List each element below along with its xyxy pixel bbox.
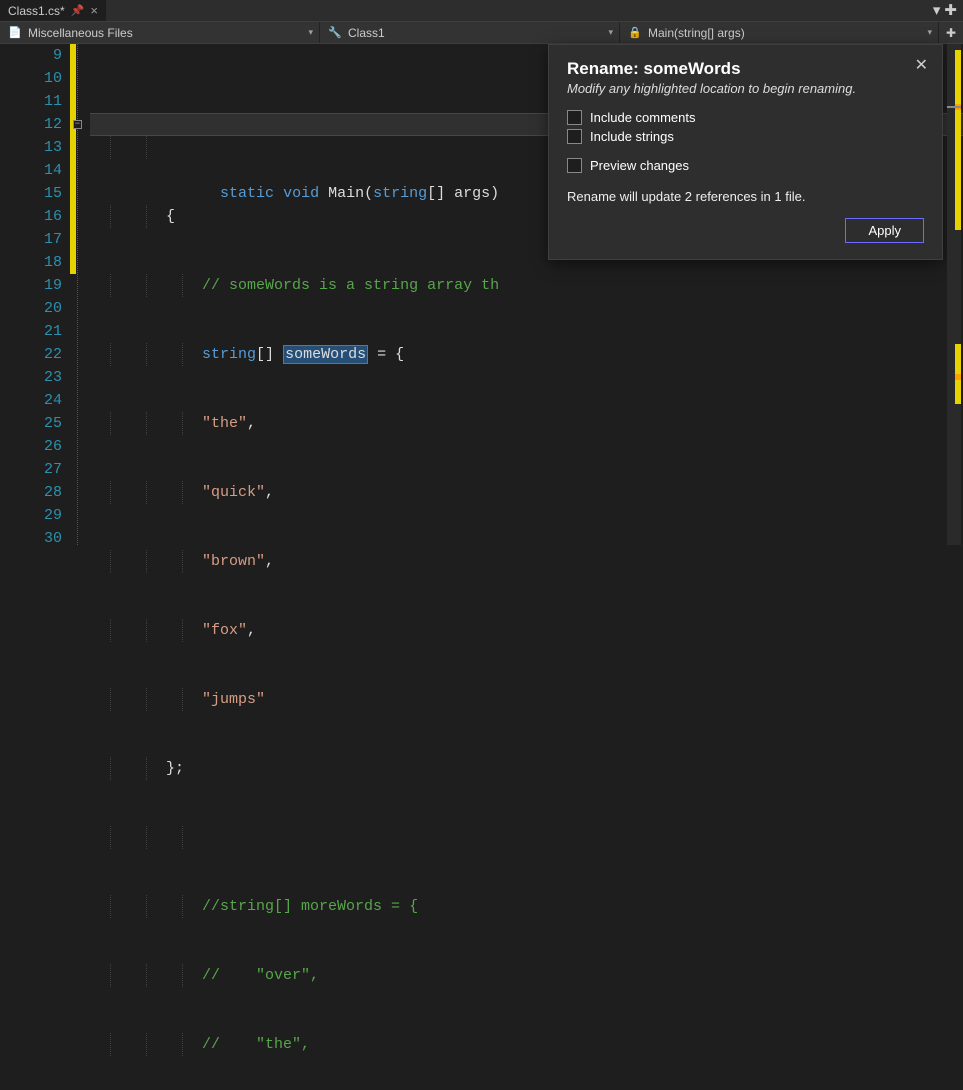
vertical-scrollbar[interactable] bbox=[947, 44, 961, 545]
scrollbar-match-mark bbox=[955, 374, 961, 380]
nav-member-label: Main(string[] args) bbox=[648, 26, 745, 40]
code-line: // "the", bbox=[90, 1033, 963, 1056]
line-number: 11 bbox=[0, 90, 62, 113]
nav-class-dropdown[interactable]: 🔧 Class1 ▾ bbox=[320, 22, 620, 43]
code-line: "fox", bbox=[90, 619, 963, 642]
line-number: 9 bbox=[0, 44, 62, 67]
line-number: 27 bbox=[0, 458, 62, 481]
nav-class-label: Class1 bbox=[348, 26, 385, 40]
line-number: 10 bbox=[0, 67, 62, 90]
close-icon[interactable]: ✕ bbox=[915, 55, 928, 75]
fold-column: − bbox=[72, 44, 90, 545]
csharp-file-icon: 📄 bbox=[8, 26, 22, 40]
line-number: 17 bbox=[0, 228, 62, 251]
line-number: 18 bbox=[0, 251, 62, 274]
tab-bar-tools: ▾ ✚ bbox=[933, 1, 963, 20]
line-number: 26 bbox=[0, 435, 62, 458]
code-line: "quick", bbox=[90, 481, 963, 504]
preview-changes-option[interactable]: Preview changes bbox=[567, 158, 924, 173]
code-line: // someWords is a string array th bbox=[90, 274, 963, 297]
rename-subtitle: Modify any highlighted location to begin… bbox=[567, 81, 924, 96]
checkbox-icon[interactable] bbox=[567, 110, 582, 125]
include-strings-option[interactable]: Include strings bbox=[567, 129, 924, 144]
line-number-gutter: 9 10 11 12 13 14 15 16 17 18 19 20 21 22… bbox=[0, 44, 72, 545]
file-tab[interactable]: Class1.cs* 📌 × bbox=[0, 0, 106, 21]
navigation-bar: 📄 Miscellaneous Files ▾ 🔧 Class1 ▾ 🔒 Mai… bbox=[0, 22, 963, 44]
chevron-down-icon: ▾ bbox=[308, 27, 313, 38]
line-number: 29 bbox=[0, 504, 62, 527]
code-line: }; bbox=[90, 757, 963, 780]
chevron-down-icon: ▾ bbox=[608, 27, 613, 38]
tab-title: Class1.cs* bbox=[8, 4, 65, 18]
code-line: "jumps" bbox=[90, 688, 963, 711]
rename-target[interactable]: someWords bbox=[283, 345, 368, 364]
split-view-icon[interactable]: ✚ bbox=[939, 22, 963, 43]
pin-icon[interactable]: 📌 bbox=[71, 4, 85, 17]
rename-panel: ✕ Rename: someWords Modify any highlight… bbox=[548, 44, 943, 260]
line-number: 30 bbox=[0, 527, 62, 550]
nav-project-label: Miscellaneous Files bbox=[28, 26, 133, 40]
code-line bbox=[90, 826, 963, 849]
include-comments-option[interactable]: Include comments bbox=[567, 110, 924, 125]
line-number: 14 bbox=[0, 159, 62, 182]
close-icon[interactable]: × bbox=[90, 3, 98, 18]
checkbox-label: Include strings bbox=[590, 129, 674, 144]
tab-add-icon[interactable]: ✚ bbox=[944, 1, 957, 20]
tab-bar: Class1.cs* 📌 × ▾ ✚ bbox=[0, 0, 963, 22]
nav-member-dropdown[interactable]: 🔒 Main(string[] args) ▾ bbox=[620, 22, 939, 43]
rename-status: Rename will update 2 references in 1 fil… bbox=[567, 189, 924, 204]
line-number: 15 bbox=[0, 182, 62, 205]
scrollbar-caret-indicator bbox=[947, 106, 961, 108]
chevron-down-icon: ▾ bbox=[927, 27, 932, 38]
checkbox-label: Preview changes bbox=[590, 158, 689, 173]
method-lock-icon: 🔒 bbox=[628, 26, 642, 40]
checkbox-icon[interactable] bbox=[567, 158, 582, 173]
code-line: // "over", bbox=[90, 964, 963, 987]
line-number: 23 bbox=[0, 366, 62, 389]
line-number: 20 bbox=[0, 297, 62, 320]
nav-project-dropdown[interactable]: 📄 Miscellaneous Files ▾ bbox=[0, 22, 320, 43]
line-number: 16 bbox=[0, 205, 62, 228]
line-number: 25 bbox=[0, 412, 62, 435]
checkbox-icon[interactable] bbox=[567, 129, 582, 144]
apply-button[interactable]: Apply bbox=[845, 218, 924, 243]
code-line: "the", bbox=[90, 412, 963, 435]
line-number: 13 bbox=[0, 136, 62, 159]
scrollbar-change-mark bbox=[955, 50, 961, 230]
line-number: 24 bbox=[0, 389, 62, 412]
line-number: 19 bbox=[0, 274, 62, 297]
rename-title: Rename: someWords bbox=[567, 59, 924, 79]
code-line: string[] someWords = { bbox=[90, 343, 963, 366]
line-number: 28 bbox=[0, 481, 62, 504]
line-number: 21 bbox=[0, 320, 62, 343]
code-line: "brown", bbox=[90, 550, 963, 573]
line-number: 22 bbox=[0, 343, 62, 366]
tab-dropdown-icon[interactable]: ▾ bbox=[933, 1, 941, 20]
checkbox-label: Include comments bbox=[590, 110, 696, 125]
code-line: //string[] moreWords = { bbox=[90, 895, 963, 918]
fold-toggle-icon[interactable]: − bbox=[73, 120, 82, 129]
line-number: 12 bbox=[0, 113, 62, 136]
class-icon: 🔧 bbox=[328, 26, 342, 40]
